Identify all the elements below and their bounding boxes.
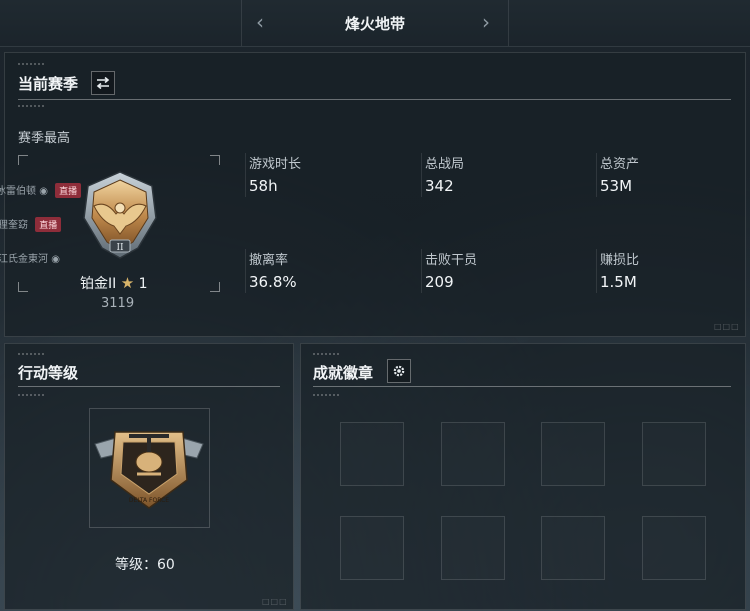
achievements-title: 成就徽章 bbox=[313, 364, 374, 382]
stat-total-assets: 总资产 53M bbox=[596, 153, 750, 213]
svg-text:II: II bbox=[116, 243, 124, 253]
decor-ticks bbox=[313, 394, 339, 396]
badge-slot[interactable] bbox=[340, 516, 404, 580]
decor-ticks bbox=[18, 353, 44, 355]
stat-label: 游戏时长 bbox=[249, 157, 302, 172]
stat-extraction-rate: 撤离率 36.8% bbox=[245, 249, 405, 309]
decor-ticks bbox=[18, 63, 44, 65]
mode-title: 烽火地带 bbox=[344, 15, 405, 33]
header-rule bbox=[313, 386, 731, 387]
header-rule bbox=[18, 99, 731, 100]
stat-total-matches: 总战局 342 bbox=[421, 153, 581, 213]
rank-score: 3119 bbox=[101, 296, 135, 311]
stat-value: 342 bbox=[425, 177, 454, 195]
stat-label: 总战局 bbox=[425, 157, 465, 172]
overlay-item[interactable]: 狸奎窈 直播 bbox=[0, 216, 62, 232]
rank-emblem: II bbox=[76, 170, 164, 262]
star-icon: ★ bbox=[120, 274, 135, 292]
live-tag: 直播 bbox=[55, 183, 82, 198]
badge-slot[interactable] bbox=[340, 422, 404, 486]
emblem-text: DELTA FORCE bbox=[129, 497, 169, 504]
stat-value: 53M bbox=[600, 177, 633, 195]
top-bar: ‹ 烽火地带 › bbox=[0, 0, 750, 47]
decor-corner: □□□ bbox=[714, 322, 740, 331]
swap-arrows-icon[interactable] bbox=[91, 71, 115, 95]
season-subtitle: 赛季最高 bbox=[18, 131, 71, 146]
live-tag: 直播 bbox=[35, 217, 62, 232]
rank-tier: 铂金II bbox=[80, 276, 117, 292]
overlay-name: 冰雷伯顿 bbox=[0, 186, 36, 197]
overlay-name: 狸奎窈 bbox=[0, 220, 28, 231]
header-rule bbox=[18, 386, 280, 387]
overlay-name: 江氏金東河 bbox=[0, 254, 48, 265]
stat-label: 总资产 bbox=[600, 157, 640, 172]
badge-slot[interactable] bbox=[541, 422, 605, 486]
level-value: 等级：60 bbox=[115, 557, 175, 573]
stat-profit-loss: 赚损比 1.5M bbox=[596, 249, 750, 309]
level-emblem: DELTA FORCE bbox=[93, 422, 205, 512]
gear-icon[interactable] bbox=[387, 359, 411, 383]
stat-value: 58h bbox=[249, 177, 278, 195]
stat-value: 209 bbox=[425, 273, 454, 291]
badge-slot[interactable] bbox=[541, 516, 605, 580]
decor-ticks bbox=[313, 353, 339, 355]
badge-slot[interactable] bbox=[441, 516, 505, 580]
rank-name: 铂金II ★ 1 bbox=[80, 273, 148, 293]
badge-slot[interactable] bbox=[642, 422, 706, 486]
badge-slot[interactable] bbox=[441, 422, 505, 486]
overlay-item[interactable]: 冰雷伯顿 ◉ 直播 bbox=[0, 182, 82, 198]
stat-operators-defeated: 击败干员 209 bbox=[421, 249, 581, 309]
stat-play-time: 游戏时长 58h bbox=[245, 153, 405, 213]
eye-icon: ◉ bbox=[51, 254, 60, 265]
stat-label: 撤离率 bbox=[249, 253, 289, 268]
season-title: 当前赛季 bbox=[18, 75, 79, 93]
stat-label: 击败干员 bbox=[425, 253, 478, 268]
decor-ticks bbox=[18, 394, 44, 396]
stat-value: 36.8% bbox=[249, 273, 297, 291]
overlay-item[interactable]: 江氏金東河 ◉ bbox=[0, 250, 60, 265]
rank-stars: 1 bbox=[138, 276, 148, 292]
decor-corner: □□□ bbox=[262, 597, 288, 606]
stat-label: 赚损比 bbox=[600, 253, 640, 268]
chevron-right-icon[interactable]: › bbox=[482, 10, 490, 34]
stat-value: 1.5M bbox=[600, 273, 637, 291]
eye-icon: ◉ bbox=[39, 186, 48, 197]
decor-ticks bbox=[18, 105, 44, 107]
badge-slot[interactable] bbox=[642, 516, 706, 580]
action-level-title: 行动等级 bbox=[18, 364, 79, 382]
